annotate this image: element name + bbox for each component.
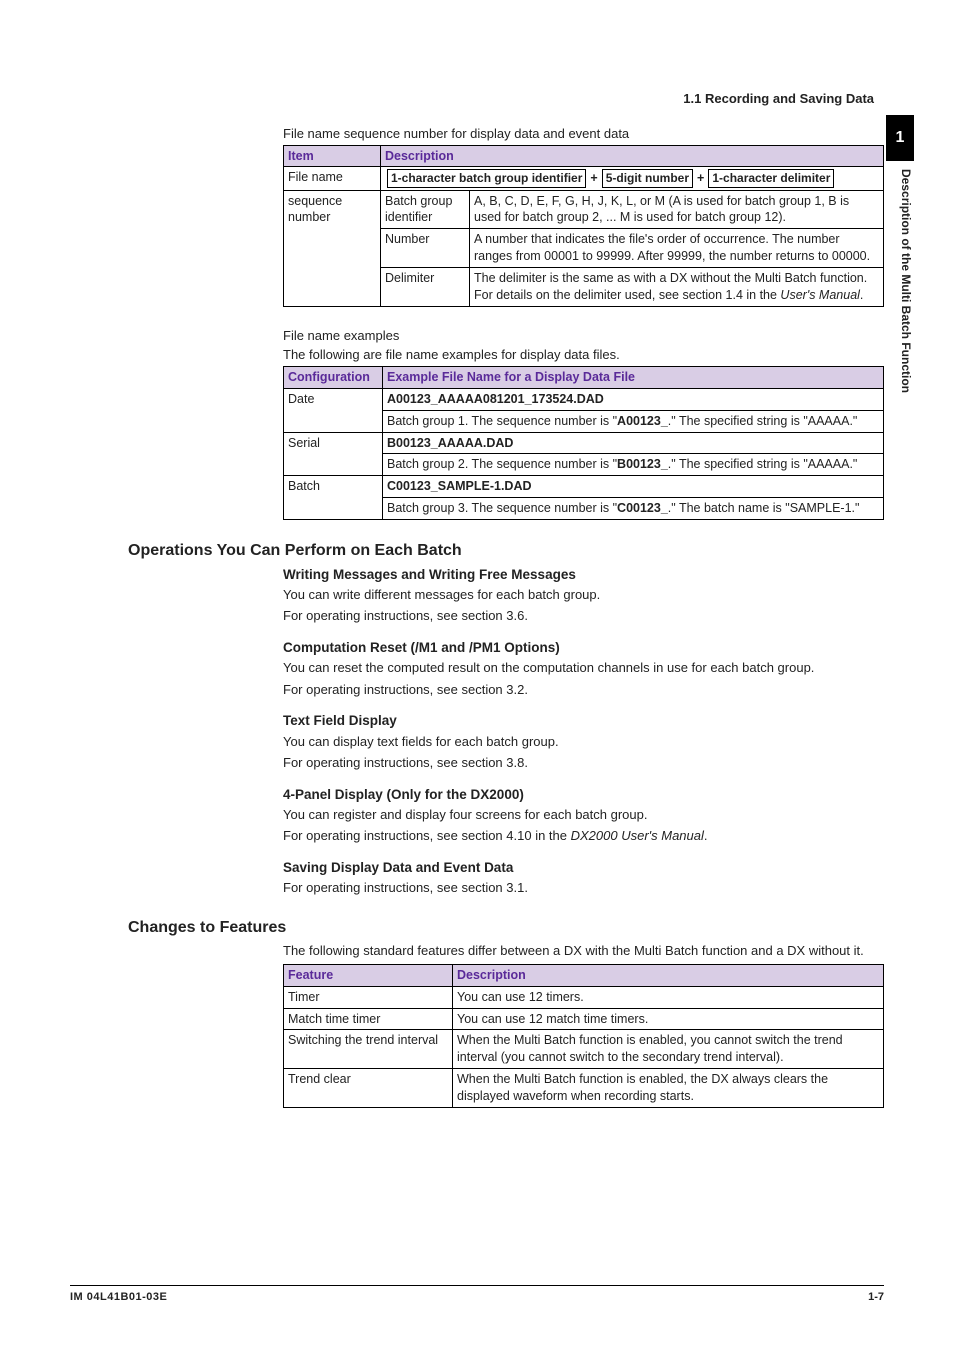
cell-date-desc: Batch group 1. The sequence number is "A… [383, 410, 884, 432]
table1-caption: File name sequence number for display da… [283, 125, 884, 143]
th-feature: Feature [284, 964, 453, 986]
four-panel-p1: You can register and display four screen… [283, 806, 884, 824]
chapter-tab: 1 Description of the Multi Batch Functio… [886, 115, 914, 393]
operations-heading: Operations You Can Perform on Each Batch [128, 540, 884, 562]
text-field-heading: Text Field Display [283, 712, 884, 730]
cell-date-filename: A00123_AAAAA081201_173524.DAD [383, 388, 884, 410]
cell-bgi-desc: A, B, C, D, E, F, G, H, J, K, L, or M (A… [470, 190, 884, 229]
cell-mtt-f: Match time timer [284, 1008, 453, 1030]
cell-tc-f: Trend clear [284, 1069, 453, 1108]
cell-serial-desc: Batch group 2. The sequence number is "B… [383, 454, 884, 476]
cell-timer-d: You can use 12 timers. [453, 986, 884, 1008]
footer-page-num: 1-7 [868, 1290, 884, 1305]
th-example: Example File Name for a Display Data Fil… [383, 366, 884, 388]
changes-table: Feature Description Timer You can use 12… [283, 964, 884, 1108]
examples-intro: The following are file name examples for… [283, 346, 884, 364]
saving-data-p1: For operating instructions, see section … [283, 879, 884, 897]
computation-reset-heading: Computation Reset (/M1 and /PM1 Options) [283, 639, 884, 657]
cell-delimiter-label: Delimiter [381, 268, 470, 307]
changes-intro: The following standard features differ b… [283, 942, 884, 960]
writing-messages-heading: Writing Messages and Writing Free Messag… [283, 566, 884, 584]
cell-bgi-label: Batch group identifier [381, 190, 470, 229]
cell-tc-d: When the Multi Batch function is enabled… [453, 1069, 884, 1108]
plus-icon: + [697, 171, 704, 185]
footer-doc-id: IM 04L41B01-03E [70, 1290, 167, 1305]
file-name-examples-table: Configuration Example File Name for a Di… [283, 366, 884, 520]
cell-date-label: Date [284, 388, 383, 432]
examples-title: File name examples [283, 327, 884, 345]
row-file-name-item: File name [284, 167, 381, 190]
four-panel-p2: For operating instructions, see section … [283, 827, 884, 845]
plus-icon: + [590, 171, 597, 185]
format-box-2: 5-digit number [602, 169, 693, 187]
cell-serial-label: Serial [284, 432, 383, 476]
cell-timer-f: Timer [284, 986, 453, 1008]
th-desc: Description [453, 964, 884, 986]
saving-data-heading: Saving Display Data and Event Data [283, 859, 884, 877]
computation-reset-p1: You can reset the computed result on the… [283, 659, 884, 677]
th-item: Item [284, 145, 381, 167]
th-description: Description [381, 145, 884, 167]
cell-sti-f: Switching the trend interval [284, 1030, 453, 1069]
format-box-3: 1-character delimiter [708, 169, 834, 187]
text-field-p1: You can display text fields for each bat… [283, 733, 884, 751]
format-box-1: 1-character batch group identifier [387, 169, 586, 187]
cell-number-desc: A number that indicates the file's order… [470, 229, 884, 268]
th-configuration: Configuration [284, 366, 383, 388]
four-panel-heading: 4-Panel Display (Only for the DX2000) [283, 786, 884, 804]
changes-heading: Changes to Features [128, 917, 884, 939]
cell-batch-filename: C00123_SAMPLE-1.DAD [383, 476, 884, 498]
computation-reset-p2: For operating instructions, see section … [283, 681, 884, 699]
cell-batch-desc: Batch group 3. The sequence number is "C… [383, 498, 884, 520]
cell-sti-d: When the Multi Batch function is enabled… [453, 1030, 884, 1069]
chapter-title: Description of the Multi Batch Function [886, 161, 914, 393]
text-field-p2: For operating instructions, see section … [283, 754, 884, 772]
row-seq-item: sequence number [284, 190, 381, 306]
cell-number-label: Number [381, 229, 470, 268]
running-header: 1.1 Recording and Saving Data [683, 90, 874, 108]
writing-messages-p1: You can write different messages for eac… [283, 586, 884, 604]
chapter-number: 1 [886, 115, 914, 161]
cell-serial-filename: B00123_AAAAA.DAD [383, 432, 884, 454]
cell-mtt-d: You can use 12 match time timers. [453, 1008, 884, 1030]
row-file-name-desc: 1-character batch group identifier +5-dig… [381, 167, 884, 190]
page-footer: IM 04L41B01-03E 1-7 [70, 1285, 884, 1305]
cell-delimiter-desc: The delimiter is the same as with a DX w… [470, 268, 884, 307]
file-name-sequence-table: Item Description File name 1-character b… [283, 145, 884, 307]
cell-batch-label: Batch [284, 476, 383, 520]
writing-messages-p2: For operating instructions, see section … [283, 607, 884, 625]
